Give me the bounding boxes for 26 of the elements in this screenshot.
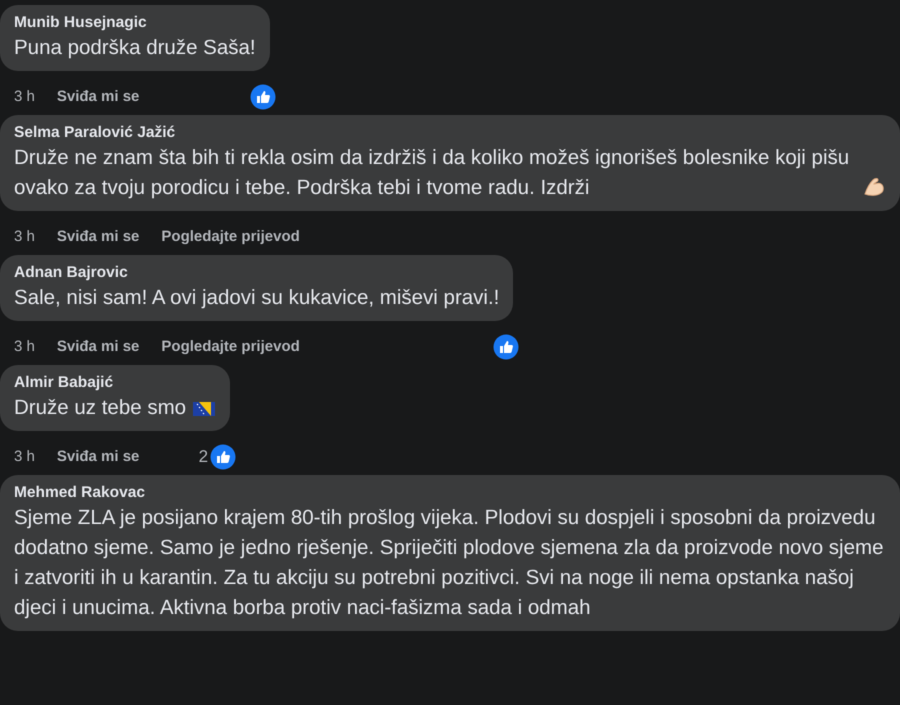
timestamp[interactable]: 3 h [14, 226, 35, 248]
author-name[interactable]: Adnan Bajrovic [14, 263, 500, 283]
like-link[interactable]: Sviđa mi se [56, 446, 140, 468]
flexed-arm-icon [862, 176, 886, 198]
author-name[interactable]: Mehmed Rakovac [14, 483, 886, 503]
comment-text: Sale, nisi sam! A ovi jadovi su kukavice, miševi pravi.! [14, 285, 500, 311]
flag-icon [192, 400, 216, 418]
translate-link[interactable]: Pogledajte prijevod [161, 336, 300, 358]
author-name[interactable]: Munib Husejnagic [14, 13, 256, 33]
like-link[interactable]: Sviđa mi se [56, 336, 140, 358]
comment-text: Sjeme ZLA je posijano krajem 80-tih prošlog vijeka. Plodovi su dospjeli i sposobni da proizvedu dodatno sjeme. Samo je jedno rješenje. Spriječiti plodove sjemena zla da proizvode novo sjeme i zatvoriti ih u karantin. Za tu akciju su potrebni pozitivci. Svi na noge ili nema opstanka našoj djeci i unucima. Aktivna borba protiv naci-fašizma sada i odmah [14, 505, 884, 621]
like-reaction-icon [250, 84, 276, 110]
like-link[interactable]: Sviđa mi se [56, 226, 140, 248]
comment-text: Druže ne znam šta bih ti rekla osim da izdržiš i da koliko možeš ignorišeš bolesnike koji pišu ovako za tvoju porodicu i tebe. Podrška tebi i tvome radu. Izdrži [14, 145, 850, 201]
author-name[interactable]: Almir Babajić [14, 373, 216, 393]
timestamp[interactable]: 3 h [14, 446, 35, 468]
reaction-count: 2 [198, 446, 208, 468]
timestamp[interactable]: 3 h [14, 86, 35, 108]
like-link[interactable]: Sviđa mi se [56, 86, 140, 108]
comment-text: Druže uz tebe smo [14, 395, 186, 421]
like-reaction-icon [210, 444, 236, 470]
comment-text: Puna podrška druže Saša! [14, 35, 256, 61]
timestamp[interactable]: 3 h [14, 336, 35, 358]
author-name[interactable]: Selma Paralović Jažić [14, 123, 886, 143]
like-reaction-icon [493, 334, 520, 360]
translate-link[interactable]: Pogledajte prijevod [161, 226, 300, 248]
